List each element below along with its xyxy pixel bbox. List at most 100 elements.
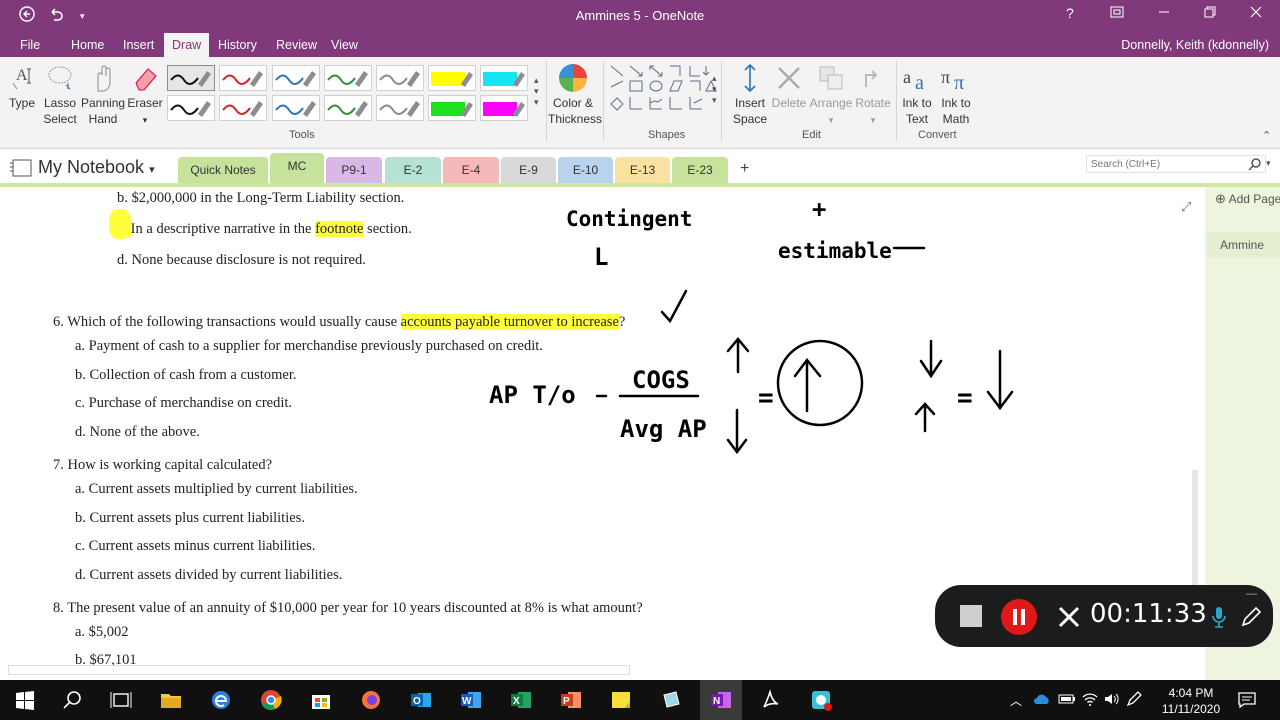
add-section-button[interactable]: + [740,160,749,178]
scrollbar-thumb[interactable] [1192,470,1198,600]
cancel-recording-icon[interactable] [1057,605,1081,629]
onenote-icon[interactable]: N [710,689,732,711]
menu-home[interactable]: Home [71,38,104,52]
section-tab[interactable]: E-23 [672,157,728,183]
menu-draw[interactable]: Draw [164,33,210,57]
add-page-button[interactable]: ⊕ Add Page [1215,191,1280,207]
pen-swatch[interactable] [167,65,215,91]
ink-down-arrow-2 [919,339,943,379]
pen-swatch[interactable] [167,95,215,121]
eraser-button[interactable]: Eraser ▾ [127,63,163,128]
section-tab[interactable]: P9-1 [326,157,382,183]
chrome-icon[interactable] [260,689,282,711]
acrobat-icon[interactable] [760,689,782,711]
divider [896,61,897,141]
arrange-button[interactable]: Arrange ▾ [809,63,853,128]
search-input[interactable]: Search (Ctrl+E) [1086,155,1266,173]
pause-button[interactable] [1001,599,1037,635]
panning-hand-button[interactable]: Panning Hand [81,63,125,127]
file-explorer-icon[interactable] [160,689,182,711]
pen-swatch[interactable] [219,95,267,121]
powerpoint-icon[interactable]: P [560,689,582,711]
menu-history[interactable]: History [218,38,257,52]
store-icon[interactable] [310,689,332,711]
section-tab[interactable]: E-9 [501,157,556,183]
insert-space-button[interactable]: Insert Space [729,63,771,127]
menu-file[interactable]: File [20,38,40,52]
rotate-button[interactable]: Rotate ▾ [853,63,893,128]
show-hidden-icons[interactable]: ︿ [1010,692,1022,709]
pen-swatch[interactable] [272,65,320,91]
color-thickness-button[interactable]: Color & Thickness [548,63,602,127]
fullscreen-icon[interactable] [1110,5,1124,22]
pen-swatch[interactable] [480,65,528,91]
notifications-icon[interactable] [1238,692,1256,708]
section-tab[interactable]: Quick Notes [178,157,268,183]
section-tab[interactable]: E-4 [443,157,499,183]
restore-icon[interactable] [1204,5,1216,21]
notebook-dropdown[interactable]: My Notebook ▾ [38,157,155,178]
arrange-icon [819,66,843,90]
section-tab[interactable]: E-13 [615,157,670,183]
shapes-gallery[interactable]: ▴ ▾ ▾ [608,63,718,125]
menu-review[interactable]: Review [276,38,317,52]
outlook-icon[interactable]: O [410,689,432,711]
battery-icon[interactable] [1058,693,1076,705]
search-icon[interactable] [1248,157,1262,171]
search-icon[interactable] [62,689,84,711]
notebook-icon[interactable] [9,159,33,177]
microphone-icon[interactable] [1211,605,1227,629]
firefox-icon[interactable] [360,689,382,711]
ink-cogs: COGS [632,366,690,394]
edge-browser-icon[interactable] [210,689,232,711]
pen-workspace-icon[interactable] [1126,691,1142,707]
ink-to-math-button[interactable]: ππ Ink to Math [937,63,975,127]
expand-icon[interactable]: ⤢ [1181,199,1191,215]
pen-swatch[interactable] [324,65,372,91]
menu-view[interactable]: View [331,38,358,52]
type-button[interactable]: A Type [6,63,38,111]
stop-button[interactable] [960,605,982,627]
pen-swatch[interactable] [480,95,528,121]
volume-icon[interactable] [1104,692,1120,706]
shapes-group-label: Shapes [648,129,686,141]
svg-text:a: a [903,67,911,87]
app-window-icon[interactable] [660,689,682,711]
word-icon[interactable]: W [460,689,482,711]
sticky-notes-icon[interactable] [610,689,632,711]
collapse-ribbon-icon[interactable]: ⌃ [1262,129,1271,142]
page-list-item[interactable]: Ammine [1207,232,1280,258]
pen-swatch[interactable] [219,65,267,91]
pen-swatch[interactable] [376,95,424,121]
excel-icon[interactable]: X [510,689,532,711]
task-view-icon[interactable] [110,689,132,711]
horizontal-scrollbar[interactable] [8,665,630,675]
taskbar-clock[interactable]: 4:04 PM 11/11/2020 [1150,685,1232,717]
minimize-icon[interactable] [1158,5,1170,21]
pen-swatch[interactable] [376,65,424,91]
pen-gallery-scroll-icon[interactable]: ▴ ▾ ▾ [534,75,539,108]
lasso-select-button[interactable]: Lasso Select [42,63,78,127]
menu-insert[interactable]: Insert [123,38,154,52]
delete-button[interactable]: Delete [771,63,807,111]
pen-swatch[interactable] [324,95,372,121]
section-tab[interactable]: MC [270,153,324,183]
pen-tool-icon[interactable] [1240,606,1262,628]
section-tab[interactable]: E-10 [558,157,613,183]
recorder-minimize-icon[interactable]: — [1246,588,1257,600]
onedrive-icon[interactable] [1033,693,1051,705]
help-icon[interactable]: ? [1066,5,1074,21]
screen-recorder-icon[interactable] [810,689,832,711]
pen-swatch[interactable] [272,95,320,121]
wifi-icon[interactable] [1082,692,1098,706]
ink-highlight-mark [109,209,131,239]
pen-swatch[interactable] [428,95,476,121]
ink-to-text-button[interactable]: aa Ink to Text [899,63,935,127]
convert-group-label: Convert [918,129,957,141]
windows-start-icon[interactable] [14,689,36,711]
section-tab[interactable]: E-2 [385,157,441,183]
close-icon[interactable] [1250,5,1262,21]
pen-swatch[interactable] [428,65,476,91]
search-dropdown-icon[interactable]: ▾ [1266,158,1271,169]
user-name[interactable]: Donnelly, Keith (kdonnelly) [1121,38,1269,52]
